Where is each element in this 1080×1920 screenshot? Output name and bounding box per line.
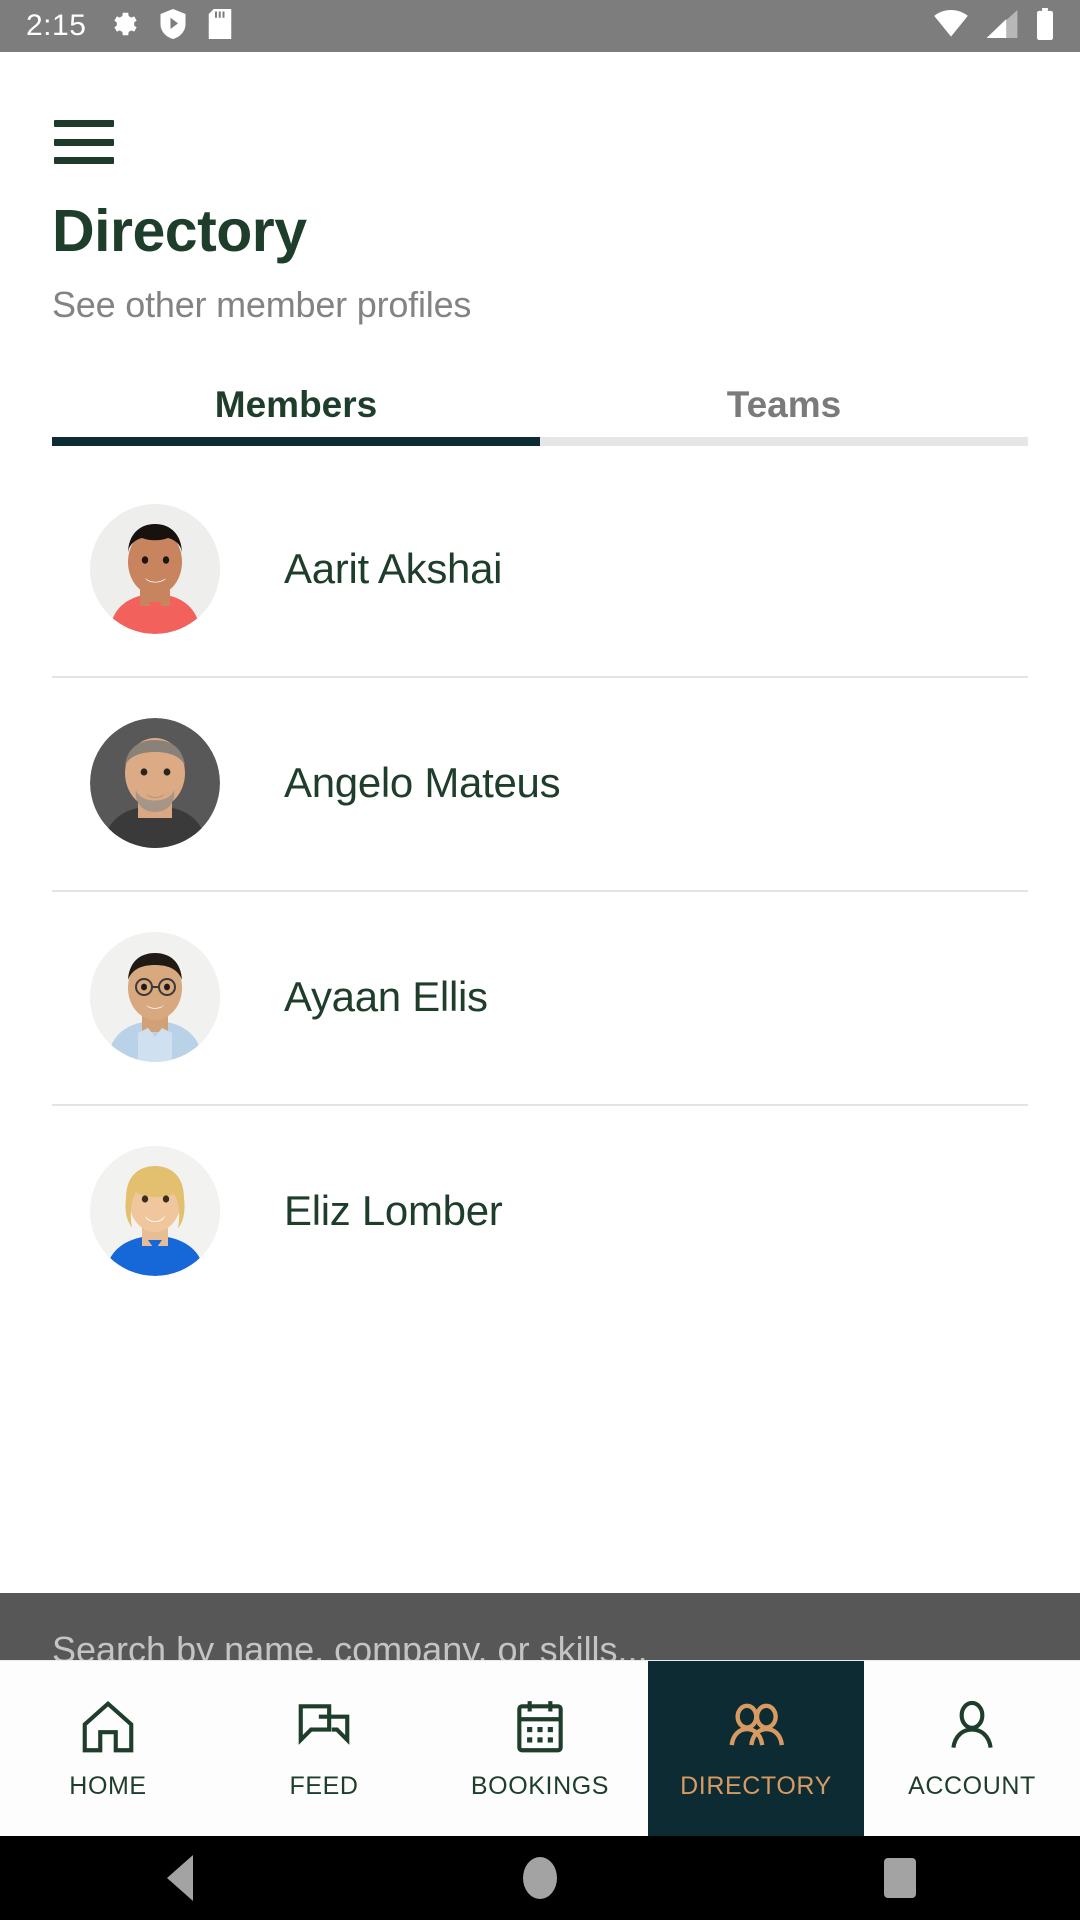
avatar bbox=[90, 932, 220, 1062]
nav-item-bookings[interactable]: BOOKINGS bbox=[432, 1661, 648, 1836]
person-icon bbox=[941, 1696, 1003, 1758]
hamburger-line-1 bbox=[54, 120, 114, 127]
bottom-navigation: HOME FEED BOOKINGS DIRECTORY ACCOUNT bbox=[0, 1660, 1080, 1836]
status-bar-left: 2:15 bbox=[26, 8, 232, 44]
calendar-icon bbox=[509, 1696, 571, 1758]
member-name: Angelo Mateus bbox=[284, 759, 561, 806]
back-triangle-icon bbox=[167, 1855, 193, 1901]
avatar bbox=[90, 504, 220, 634]
table-row[interactable]: Eliz Lomber bbox=[0, 1104, 1080, 1318]
home-circle-icon bbox=[523, 1857, 557, 1899]
nav-item-account[interactable]: ACCOUNT bbox=[864, 1661, 1080, 1836]
hamburger-menu-icon[interactable] bbox=[54, 120, 114, 164]
nav-item-directory[interactable]: DIRECTORY bbox=[648, 1661, 864, 1836]
android-recents-button[interactable] bbox=[810, 1836, 990, 1920]
sd-card-icon bbox=[208, 8, 232, 44]
wifi-icon bbox=[934, 9, 968, 43]
hamburger-line-2 bbox=[54, 138, 114, 146]
android-home-button[interactable] bbox=[450, 1836, 630, 1920]
avatar bbox=[90, 1146, 220, 1276]
member-name: Ayaan Ellis bbox=[284, 973, 488, 1020]
cellular-signal-icon bbox=[986, 9, 1018, 43]
directory-screen: 2:15 Directory See other member profiles… bbox=[0, 0, 1080, 1920]
shield-play-icon bbox=[160, 8, 186, 44]
chat-bubbles-icon bbox=[293, 1696, 355, 1758]
nav-label-directory: DIRECTORY bbox=[680, 1772, 832, 1800]
status-bar: 2:15 bbox=[0, 0, 1080, 52]
nav-label-home: HOME bbox=[69, 1772, 147, 1800]
table-row[interactable]: Angelo Mateus bbox=[0, 676, 1080, 890]
member-name: Eliz Lomber bbox=[284, 1187, 503, 1234]
battery-icon bbox=[1036, 7, 1054, 45]
status-bar-right bbox=[934, 7, 1054, 45]
nav-label-feed: FEED bbox=[289, 1772, 359, 1800]
nav-item-home[interactable]: HOME bbox=[0, 1661, 216, 1836]
member-name: Aarit Akshai bbox=[284, 545, 503, 592]
page-title: Directory bbox=[52, 198, 307, 264]
people-icon bbox=[725, 1696, 787, 1758]
avatar bbox=[90, 718, 220, 848]
nav-label-bookings: BOOKINGS bbox=[470, 1772, 610, 1800]
tab-active-indicator bbox=[52, 437, 540, 446]
hamburger-line-3 bbox=[54, 157, 114, 164]
status-bar-clock: 2:15 bbox=[26, 9, 87, 42]
nav-item-feed[interactable]: FEED bbox=[216, 1661, 432, 1836]
recents-square-icon bbox=[884, 1858, 916, 1898]
nav-label-account: ACCOUNT bbox=[908, 1772, 1036, 1800]
page-subtitle: See other member profiles bbox=[52, 284, 472, 325]
android-navigation-bar bbox=[0, 1836, 1080, 1920]
table-row[interactable]: Aarit Akshai bbox=[0, 462, 1080, 676]
android-back-button[interactable] bbox=[90, 1836, 270, 1920]
home-icon bbox=[77, 1696, 139, 1758]
member-list[interactable]: Aarit Akshai Angelo Mateus Ayaan Ellis E… bbox=[0, 462, 1080, 1647]
gear-icon bbox=[108, 9, 138, 44]
table-row[interactable]: Ayaan Ellis bbox=[0, 890, 1080, 1104]
